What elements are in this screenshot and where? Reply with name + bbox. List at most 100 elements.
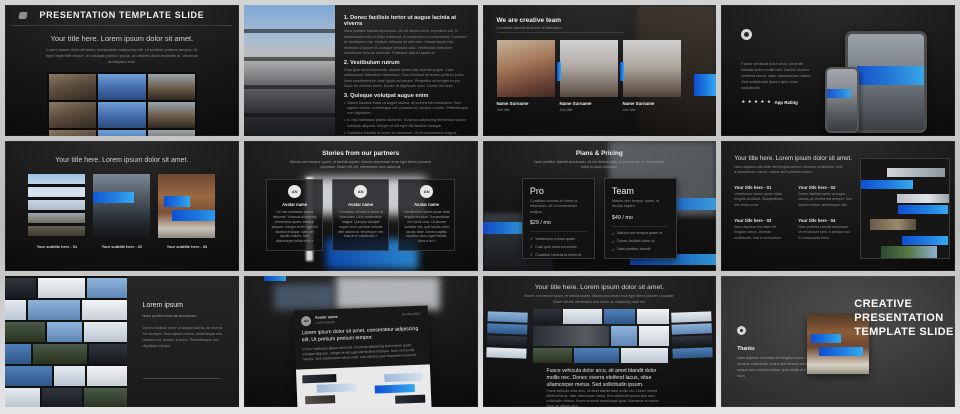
logo-icon: [741, 29, 753, 40]
accent-block: [694, 74, 717, 97]
team-member: Name Surname Job title: [556, 40, 618, 112]
photo-stack-left: [485, 311, 528, 361]
slide-11-overview[interactable]: Your title here. Lorem ipsum dolor sit a…: [482, 276, 717, 407]
accent-sliver: [263, 276, 286, 282]
gallery-item: Your subtitle here - 03: [158, 173, 216, 249]
feature-body: Nam porttitor blandit accumsan. Ut vel d…: [798, 224, 851, 240]
slide-09-collage-text[interactable]: Lorem ipsum Nam porttitor blandit accums…: [5, 276, 239, 407]
gallery-item: Your subtitle here - 02: [93, 173, 151, 249]
list-item: • Donec facilisis tortor ut augue lacinia…: [344, 101, 469, 117]
bullet-text: Curabitur lobortis id lorem id bibendum.…: [347, 131, 457, 136]
photo-strip: [301, 374, 337, 384]
photo-thumb: [98, 74, 146, 100]
accent-bar: [172, 209, 216, 221]
phone-screen: [827, 69, 857, 131]
slide-body: Fusce vehicula dolor arcu, sit amet blan…: [741, 61, 812, 90]
feature-block: Your title here - 01 Vestibulum rutrum q…: [734, 185, 788, 208]
list-content: 1. Donec facilisis tortor ut augue lacin…: [335, 5, 478, 136]
plan-name: Pro: [529, 185, 544, 196]
feature-text: Mauris non tempor quam et: [617, 231, 663, 236]
photo-strip: [887, 167, 945, 177]
avatar: AN: [300, 316, 312, 327]
feature-text: Vestibulum rutrum quam: [535, 236, 576, 241]
feature-block: Your title here - 02 Donec facilisis tor…: [798, 185, 852, 208]
slide-07-pricing[interactable]: Plans & Pricing Nam porttitor blandit ac…: [482, 140, 717, 272]
testimonial-card: AN Avatar name «Curabitur lobortis id lo…: [332, 178, 390, 251]
member-photo: [556, 40, 618, 97]
slide-title: Your title here. Lorem ipsum dolor sit a…: [734, 154, 852, 162]
slide-03-team[interactable]: We are creative team Curabitur lobortis …: [482, 5, 717, 136]
slide-header: PRESENTATION TEMPLATE SLIDE: [11, 5, 233, 26]
slide-body: Donec facilisis tortor ut augue lacinia,…: [142, 326, 223, 348]
slide-lead: Fusce vehicula dolor arcu, sit amet blan…: [546, 368, 657, 389]
team-row: Name Surname Job title Name Surname Job …: [496, 40, 703, 112]
feature-text: Nam porttitor blandit: [617, 247, 651, 252]
text-panel: Lorem ipsum Nam porttitor blandit accums…: [126, 276, 239, 407]
logo-icon: [737, 326, 747, 336]
photo-thumb: [98, 130, 146, 136]
accent-bar: [819, 347, 864, 357]
accent-bar: [898, 204, 948, 214]
list-heading: 1. Donec facilisis tortor ut augue lacin…: [343, 15, 457, 27]
member-name: Name Surname: [559, 101, 592, 106]
check-icon: ✓: [529, 252, 534, 258]
feature-title: Your title here - 04: [798, 217, 836, 223]
feature-body: Vestibulum rutrum quam vitae fringilla t…: [734, 191, 783, 207]
accent-band: [857, 65, 924, 85]
gallery-caption: Your subtitle here - 03: [166, 243, 208, 249]
list-heading: 2. Vestibulum rutrum: [343, 59, 400, 66]
bullet-icon: •: [343, 100, 346, 105]
plan-price: $29 / mo: [529, 220, 551, 227]
plan-description: Mauris non tempor quam, et lacinia sapie…: [611, 198, 660, 209]
gallery-caption: Your subtitle here - 01: [36, 243, 78, 249]
slide-05-gallery[interactable]: Your title here. Lorem ipsum dolor sit a…: [5, 140, 239, 272]
plan-feature: ✓ Curabitur lobortis id lorem id: [530, 252, 587, 257]
bullet-list: • Donec facilisis tortor ut augue lacinia…: [344, 101, 469, 136]
gallery-photo: [28, 173, 86, 238]
slide-02-numbered-list[interactable]: 1. Donec facilisis tortor ut augue lacin…: [243, 5, 478, 136]
slide-body: Lorem ipsum dolor sit amet, consectetur …: [45, 47, 198, 64]
avatar-name: Avatar name: [348, 201, 374, 207]
post-collage: [295, 364, 433, 407]
bullet-text: In hac habitasse platea dictumst. Vivamu…: [347, 118, 466, 128]
accent-bar: [93, 191, 135, 203]
star-rating-icon: ★ ★ ★ ★ ★: [741, 99, 772, 104]
slide-12-thanks[interactable]: Thanks Nam dapibus nisl vitae elit fring…: [721, 276, 955, 407]
slide-08-features[interactable]: Your title here. Lorem ipsum dolor sit a…: [721, 140, 955, 272]
photo-thumb: [48, 130, 97, 136]
photo-strip: [881, 245, 937, 258]
slide-title: Plans & Pricing: [575, 149, 623, 157]
slide-01-cover[interactable]: PRESENTATION TEMPLATE SLIDE Your title h…: [5, 5, 239, 136]
member-role: Job title: [622, 108, 636, 112]
photo-thumb: [147, 130, 195, 136]
photo-thumb: [48, 102, 97, 128]
slide-06-testimonials[interactable]: Stories from our partners Mauris non tem…: [243, 140, 478, 272]
photo-stack-right: [671, 311, 714, 361]
feature-block: Your title here - 04 Nam porttitor bland…: [798, 218, 852, 241]
slide-10-social-post[interactable]: AN Avatar name Lorem ipsum 05 May 2021 L…: [243, 276, 478, 407]
check-icon: ✓: [529, 244, 534, 250]
gallery-caption: Your subtitle here - 02: [101, 243, 143, 249]
feature-text: Cras quis nulla commodo: [535, 244, 577, 249]
testimonial-card: AN Avatar name «In hac habitasse platea …: [266, 178, 324, 251]
plan-feature: ✓ Mauris non tempor quam et: [612, 231, 669, 236]
side-photo: [243, 5, 335, 136]
accent-stripe: [619, 61, 624, 82]
testimonial-quote: «Vestibulum rutrum quam vitae fringilla …: [403, 209, 450, 244]
slide-04-app-mockup[interactable]: Fusce vehicula dolor arcu, sit amet blan…: [721, 5, 955, 136]
member-photo: [496, 40, 555, 97]
slide-intro: Nam dapibus nisl vitae elit fringilla ru…: [734, 164, 843, 175]
plan-feature: ✓ Vestibulum rutrum quam: [530, 236, 587, 241]
slide-subtitle: Mauris non tempor quam, et lacinia sapie…: [524, 294, 675, 304]
plan-price: $49 / mo: [611, 214, 633, 221]
divider: [142, 377, 220, 379]
slide-title: Your title here. Lorem ipsum dolor sit a…: [534, 284, 665, 292]
photo-thumb: [147, 74, 195, 100]
slide-body: Fusce vehicula dolor arcu, sit amet blan…: [546, 389, 659, 407]
template-board: PRESENTATION TEMPLATE SLIDE Your title h…: [0, 0, 960, 414]
slide-subtitle: Nam porttitor blandit accumsan.: [142, 313, 198, 319]
slide-title: Your title here. Lorem ipsum dolor sit a…: [55, 156, 189, 164]
plan-feature: ✓ Donec facilisis tortor ut: [612, 239, 669, 244]
slide-subtitle: Curabitur lobortis id lorem id bibendum: [496, 26, 625, 33]
check-icon: ✓: [611, 238, 616, 244]
